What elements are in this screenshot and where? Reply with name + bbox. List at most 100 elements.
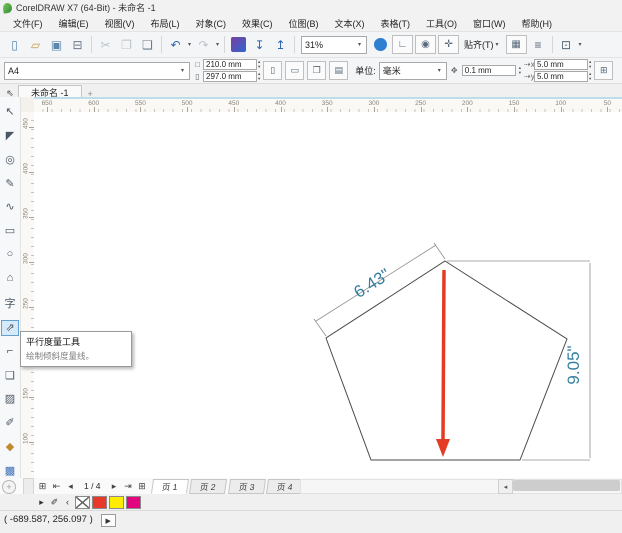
swatch-magenta[interactable] — [126, 495, 141, 509]
show-rulers-icon[interactable]: ∟ — [392, 35, 414, 54]
palette-scroll-left-button[interactable]: ‹ — [62, 497, 73, 507]
dimension-label-vertical[interactable]: 9.05" — [564, 345, 583, 384]
drop-shadow-tool[interactable]: ❑ — [1, 367, 19, 383]
menu-item[interactable]: 布局(L) — [143, 16, 188, 31]
paper-size-combo[interactable]: A4 ▾ — [4, 61, 190, 80]
add-page-end-button[interactable]: ⊞ — [136, 479, 149, 493]
red-arrow-head[interactable] — [436, 439, 450, 457]
show-guidelines-icon[interactable]: ✛ — [438, 35, 460, 54]
fill-tool[interactable]: ◆ — [1, 439, 19, 455]
spin-down-icon[interactable]: ▾ — [519, 70, 521, 76]
menu-item[interactable]: 工具(O) — [418, 16, 465, 31]
snap-button[interactable]: 贴齐(T) ▾ — [460, 36, 505, 54]
next-page-button[interactable]: ▸ — [108, 479, 121, 493]
freehand-tool[interactable]: ✎ — [1, 175, 19, 191]
portrait-button[interactable]: ▯ — [263, 61, 283, 80]
zoom-level-combo[interactable]: 31% ▾ — [301, 35, 368, 54]
menu-item[interactable]: 编辑(E) — [51, 16, 97, 31]
ruler-origin-corner[interactable] — [20, 97, 35, 113]
text-tool[interactable]: 字 — [1, 294, 19, 312]
interactive-fill-tool[interactable]: ▩ — [1, 462, 19, 478]
artistic-media-tool[interactable]: ∿ — [1, 199, 19, 215]
menu-item[interactable]: 文本(X) — [327, 16, 373, 31]
cut-icon[interactable]: ✂ — [95, 35, 116, 54]
spin-down-icon[interactable]: ▾ — [258, 76, 260, 82]
menu-item[interactable]: 表格(T) — [373, 16, 419, 31]
spin-down-icon[interactable]: ▾ — [589, 76, 591, 82]
menu-item[interactable]: 帮助(H) — [514, 16, 561, 31]
polygon-tool[interactable]: ⌂ — [1, 270, 19, 286]
swatch-yellow[interactable] — [109, 495, 124, 509]
import-icon[interactable]: ↧ — [249, 35, 270, 54]
rectangle-tool[interactable]: ▭ — [1, 223, 19, 239]
paper-height-spinner[interactable]: ▴ ▾ — [258, 71, 260, 82]
transparency-tool[interactable]: ▨ — [1, 391, 19, 407]
menu-item[interactable]: 文件(F) — [5, 16, 51, 31]
units-combo[interactable]: 毫米 ▾ — [378, 61, 447, 80]
save-icon[interactable]: ▣ — [46, 35, 67, 54]
quick-customize-button[interactable]: + — [2, 480, 16, 494]
spin-down-icon[interactable]: ▾ — [589, 64, 591, 70]
redo-icon[interactable]: ↷ — [193, 35, 214, 54]
open-folder-icon[interactable]: ▱ — [25, 35, 46, 54]
current-page-button[interactable]: ▤ — [329, 61, 349, 80]
page-tab[interactable]: 页 4 — [266, 478, 304, 494]
paper-height-field[interactable]: 297.0 mm — [203, 71, 257, 82]
drawing-canvas[interactable]: 6.43" 9.05" — [34, 112, 622, 478]
menu-item[interactable]: 视图(V) — [97, 16, 143, 31]
prev-page-button[interactable]: ◂ — [64, 479, 77, 493]
paste-icon[interactable]: ❑ — [137, 35, 158, 54]
landscape-button[interactable]: ▭ — [285, 61, 305, 80]
menu-item[interactable]: 效果(C) — [234, 16, 281, 31]
page-tab[interactable]: 页 2 — [189, 478, 227, 494]
paper-width-field[interactable]: 210.0 mm — [203, 59, 257, 70]
h-ruler[interactable]: 650 600 550 500 450 400 350 300 250 200 150 100 50 — [34, 97, 622, 113]
duplicate-x-field[interactable]: 5.0 mm — [534, 59, 589, 70]
swatch-red[interactable] — [92, 495, 107, 509]
new-document-icon[interactable]: ▯ — [4, 35, 25, 54]
v-ruler[interactable]: 45040035030025020015010050 — [20, 112, 35, 478]
scroll-left-button[interactable]: ◂ — [498, 479, 513, 494]
eyedropper-icon[interactable]: ✐ — [49, 497, 60, 508]
parallel-dimension-tool[interactable]: ⇗ — [1, 319, 19, 336]
connector-tool[interactable]: ⌐ — [1, 344, 19, 360]
full-screen-preview-icon[interactable] — [370, 35, 391, 54]
undo-icon[interactable]: ↶ — [165, 35, 186, 54]
duplicate-x-spinner[interactable]: ▴ ▾ — [589, 59, 591, 70]
menu-item[interactable]: 窗口(W) — [465, 16, 514, 31]
copy-icon[interactable]: ❐ — [116, 35, 137, 54]
first-page-button[interactable]: ⇤ — [50, 479, 63, 493]
duplicate-y-field[interactable]: 5.0 mm — [534, 71, 589, 82]
dimension-line[interactable] — [313, 318, 327, 337]
color-eyedropper-tool[interactable]: ✐ — [1, 415, 19, 431]
print-icon[interactable]: ⊟ — [67, 35, 88, 54]
spin-down-icon[interactable]: ▾ — [258, 64, 260, 70]
all-pages-button[interactable]: ❐ — [307, 61, 327, 80]
last-page-button[interactable]: ⇥ — [122, 479, 135, 493]
paper-width-spinner[interactable]: ▴ ▾ — [258, 59, 260, 70]
red-arrow-shaft[interactable] — [441, 269, 446, 441]
nudge-spinner[interactable]: ▴ ▾ — [519, 65, 521, 76]
ellipse-tool[interactable]: ○ — [1, 246, 19, 262]
h-scrollbar-thumb[interactable] — [513, 480, 620, 491]
application-launcher-icon[interactable]: ⊡ — [556, 35, 577, 54]
object-properties-icon[interactable]: ≡ — [528, 35, 549, 54]
shape-tool[interactable]: ◤ — [1, 128, 19, 144]
zoom-tool[interactable]: ◎ — [1, 151, 19, 167]
search-content-icon[interactable] — [228, 35, 249, 54]
treat-as-filled-button[interactable]: ⊞ — [594, 61, 614, 80]
swatch-no-fill[interactable] — [75, 495, 90, 509]
palette-flyout-button[interactable]: ▸ — [36, 497, 47, 508]
menu-item[interactable]: 位图(B) — [281, 16, 327, 31]
menu-item[interactable]: 对象(C) — [188, 16, 235, 31]
duplicate-y-spinner[interactable]: ▴ ▾ — [589, 71, 591, 82]
page-tab[interactable]: 页 3 — [227, 478, 266, 494]
page-tab[interactable]: 页 1 — [150, 478, 189, 494]
export-icon[interactable]: ↥ — [270, 35, 291, 54]
options-icon[interactable]: ▦ — [505, 35, 527, 54]
status-expand-button[interactable]: ▶ — [100, 514, 116, 527]
add-page-start-button[interactable]: ⊞ — [36, 479, 49, 493]
pick-tool[interactable]: ↖ — [1, 104, 19, 120]
dimension-label-slanted[interactable]: 6.43" — [350, 265, 393, 302]
nudge-field[interactable]: 0.1 mm — [461, 65, 516, 76]
